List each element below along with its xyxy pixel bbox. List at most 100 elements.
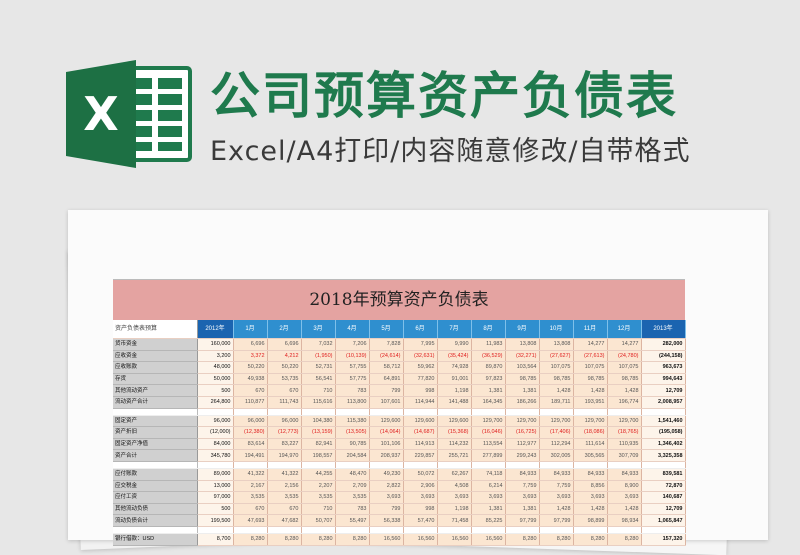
month-value: (32,271) [505, 350, 540, 363]
month-value: 98,785 [573, 373, 608, 386]
month-value: 3,693 [607, 491, 642, 504]
month-value: 110,877 [233, 396, 268, 409]
spacer-cell [641, 408, 686, 416]
spacer-cell [301, 526, 336, 534]
month-value: 16,560 [403, 533, 438, 546]
row-label: 资产折旧 [113, 426, 198, 439]
table-header-row: 资产负债表预算 2012年 1月 2月 3月 4月 5月 6月 7月 8月 9月… [113, 320, 686, 339]
year-start-value: 8,700 [197, 533, 234, 546]
year-end-value: 963,673 [641, 361, 686, 374]
month-value: 305,565 [573, 449, 608, 462]
spacer-row [113, 526, 686, 534]
month-value: 110,935 [607, 438, 642, 451]
year-start-value: 264,800 [197, 396, 234, 409]
month-value: 196,774 [607, 396, 642, 409]
month-value: 129,700 [573, 415, 608, 428]
table-row: 银行借款：USD 8,700 8,280 8,280 8,280 8,280 16,560 1… [113, 533, 686, 546]
month-value: 91,001 [437, 373, 472, 386]
month-value: 83,614 [233, 438, 268, 451]
table-row: 其他流动负债 500 670 670 710 783 799 998 1,198 1,381 1,3… [113, 503, 686, 516]
column-header: 2012年 [197, 320, 234, 339]
month-value: 998 [403, 384, 438, 397]
spacer-cell [197, 526, 234, 534]
table-row: 流动资产合计 264,800 110,877 111,743 115,616 113,80… [113, 396, 686, 409]
month-value: 52,731 [301, 361, 336, 374]
month-value: (14,687) [403, 426, 438, 439]
spacer-cell [437, 526, 472, 534]
month-value: 8,280 [233, 533, 268, 546]
year-start-value: 50,000 [197, 373, 234, 386]
row-label: 其他流动资产 [113, 384, 198, 397]
month-value: 1,198 [437, 384, 472, 397]
month-value: 57,775 [335, 373, 370, 386]
column-header: 8月 [471, 320, 506, 339]
spacer-cell [113, 408, 198, 416]
month-value: 7,206 [335, 338, 370, 351]
spacer-cell [403, 526, 438, 534]
month-value: (24,614) [369, 350, 404, 363]
spacer-row [113, 461, 686, 469]
month-value: 97,823 [471, 373, 506, 386]
month-value: 96,000 [267, 415, 302, 428]
year-start-value: 48,000 [197, 361, 234, 374]
month-value: 8,856 [573, 480, 608, 493]
spacer-cell [335, 526, 370, 534]
column-header: 11月 [573, 320, 608, 339]
column-header: 9月 [505, 320, 540, 339]
month-value: 670 [233, 384, 268, 397]
month-value: 2,906 [403, 480, 438, 493]
month-value: 107,075 [539, 361, 574, 374]
table-row: 货币资金 160,000 6,696 6,696 7,032 7,206 7,828 7,99… [113, 338, 686, 351]
spacer-cell [471, 526, 506, 534]
month-value: 302,005 [539, 449, 574, 462]
month-value: 14,277 [607, 338, 642, 351]
month-value: 3,693 [471, 491, 506, 504]
month-value: 1,198 [437, 503, 472, 516]
column-header: 4月 [335, 320, 370, 339]
spacer-cell [573, 461, 608, 469]
month-value: (16,046) [471, 426, 506, 439]
month-value: 84,933 [505, 468, 540, 481]
month-value: 56,338 [369, 514, 404, 527]
month-value: 998 [403, 503, 438, 516]
month-value: 299,243 [505, 449, 540, 462]
month-value: 3,535 [301, 491, 336, 504]
year-end-value: 157,320 [641, 533, 686, 546]
year-end-value: (195,058) [641, 426, 686, 439]
month-value: 14,277 [573, 338, 608, 351]
spacer-cell [301, 461, 336, 469]
month-value: 50,220 [233, 361, 268, 374]
month-value: 129,700 [607, 415, 642, 428]
month-value: (27,627) [539, 350, 574, 363]
month-value: 164,345 [471, 396, 506, 409]
column-header: 10月 [539, 320, 574, 339]
column-header: 3月 [301, 320, 336, 339]
month-value: 3,535 [335, 491, 370, 504]
month-value: (15,368) [437, 426, 472, 439]
month-value: 71,458 [437, 514, 472, 527]
month-value: 189,711 [539, 396, 574, 409]
month-value: 129,700 [539, 415, 574, 428]
month-value: 9,990 [437, 338, 472, 351]
month-value: 198,557 [301, 449, 336, 462]
month-value: 97,799 [505, 514, 540, 527]
month-value: 48,470 [335, 468, 370, 481]
year-start-value: 160,000 [197, 338, 234, 351]
spacer-cell [505, 526, 540, 534]
month-value: 57,755 [335, 361, 370, 374]
year-start-value: 3,200 [197, 350, 234, 363]
month-value: 74,118 [471, 468, 506, 481]
month-value: 8,280 [267, 533, 302, 546]
month-value: 204,584 [335, 449, 370, 462]
month-value: 8,280 [301, 533, 336, 546]
month-value: 114,913 [403, 438, 438, 451]
table-row: 应付工资 97,000 3,535 3,535 3,535 3,535 3,693 3,693… [113, 491, 686, 504]
row-label: 应收账款 [113, 361, 198, 374]
month-value: 58,712 [369, 361, 404, 374]
row-label: 货币资金 [113, 338, 198, 351]
month-value: 6,696 [267, 338, 302, 351]
month-value: 107,601 [369, 396, 404, 409]
month-value: 186,266 [505, 396, 540, 409]
table-row: 应交税金 13,000 2,167 2,156 2,207 2,709 2,822 2,906… [113, 480, 686, 493]
table-row: 存货 50,000 49,938 53,735 56,541 57,775 64,891 77… [113, 373, 686, 386]
